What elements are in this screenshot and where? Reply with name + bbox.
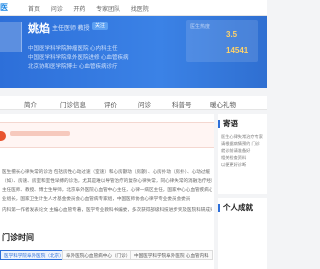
- tab-outpatient[interactable]: 门诊信息: [60, 99, 86, 109]
- doctor-name: 姚焰: [28, 23, 50, 35]
- hospital-button[interactable]: 中国医学科学院阜外医院 心血管内科: [130, 250, 213, 260]
- stat-rating: 3.5: [226, 30, 238, 39]
- achievements-heading: 个人成就: [218, 202, 267, 213]
- doctor-info-line: 中国医学科学院阜外医院进修 心血管疾病: [28, 55, 129, 61]
- tab-gifts[interactable]: 暖心礼物: [210, 99, 236, 109]
- send-words-line: 请根据病情预约 门诊: [221, 141, 260, 146]
- send-words-line: 相关检查资料: [221, 155, 247, 160]
- send-words-line: 就诊前请准备好: [221, 148, 251, 153]
- main-nav: 首页 问诊 开药 专家团队 找医院: [28, 4, 158, 13]
- intro-line: 医生擅长心律失常的诊治 包括房性心动过速（室速）和心房颤动（房颤）、心房扑动（房…: [2, 169, 210, 174]
- send-words-card: 寄语 医生心律失常治疗专家 请根据病情预约 门诊 就诊前请准备好 相关检查资料 …: [218, 114, 267, 194]
- stat-count: 14541: [226, 46, 249, 55]
- stats-label: 医生热度: [190, 24, 211, 30]
- intro-line: 业组长，国家卫生计生人才基金委员会心血管病专家组，中国医师协会心律学专业委员会委…: [2, 196, 191, 201]
- doctor-info-line: 北京协和医学院博士 心血管疾病诊疗: [28, 64, 118, 70]
- send-words-heading: 寄语: [218, 118, 267, 129]
- outpatient-title: 门诊时间: [2, 233, 34, 242]
- hospital-button[interactable]: 医学科学院阜外医院（北京）: [0, 250, 68, 260]
- doctor-title: 主任医师 教授: [52, 26, 90, 32]
- send-words-title: 寄语: [223, 119, 238, 128]
- intro-line: 主任医师、教授、博士生导师，北京阜外医院心血管中心主任，心律一病区主任，国家中心…: [2, 187, 212, 192]
- hospital-button[interactable]: 阜外医院心血管病中心（门诊）: [62, 250, 135, 260]
- notice-text-placeholder: [10, 131, 70, 136]
- nav-item[interactable]: 开药: [73, 7, 85, 13]
- doctor-info-line: 中国医学科学院肿瘤医院 心内科主任: [28, 46, 118, 52]
- doctor-avatar: [0, 22, 22, 52]
- nav-item[interactable]: 找医院: [131, 7, 149, 13]
- achievements-card: 个人成就: [218, 198, 267, 269]
- nav-item[interactable]: 问诊: [51, 7, 63, 13]
- follow-button[interactable]: 关注: [92, 22, 108, 30]
- doctor-stats-box: 医生热度 3.5 14541: [186, 20, 258, 62]
- intro-line: （如）、房速、房室和室性早搏的诊治，尤其是难以导管治疗的复杂心律失常，同心律失常…: [2, 178, 212, 183]
- tab-science[interactable]: 科普号: [172, 99, 192, 109]
- intro-line: 内科第一作者发表论文 主编心血管专著，医学专业教科书编委，多次获得部级科技进步奖…: [2, 207, 212, 212]
- tab-consult[interactable]: 问诊: [138, 99, 151, 109]
- main-content: 医生擅长心律失常的诊治 包括房性心动过速（室速）和心房颤动（房颤）、心房扑动（房…: [0, 114, 214, 269]
- alert-icon: [0, 131, 6, 141]
- notice-box: [0, 122, 214, 148]
- tab-reviews[interactable]: 评价: [104, 99, 117, 109]
- tab-intro[interactable]: 简介: [24, 99, 37, 109]
- nav-item[interactable]: 首页: [28, 7, 40, 13]
- profile-tabs: 简介 门诊信息 评价 问诊 科普号 暖心礼物: [0, 96, 267, 110]
- top-navigation-bar: 医 首页 问诊 开药 专家团队 找医院: [0, 0, 267, 16]
- nav-item[interactable]: 专家团队: [96, 7, 120, 13]
- achievements-title: 个人成就: [223, 203, 253, 212]
- heading-accent: [218, 204, 220, 213]
- heading-accent: [218, 120, 220, 129]
- site-logo[interactable]: 医: [0, 2, 8, 13]
- send-words-line: 医生心律失常治疗专家: [221, 134, 263, 139]
- send-words-line: 以便更好诊断: [221, 162, 247, 167]
